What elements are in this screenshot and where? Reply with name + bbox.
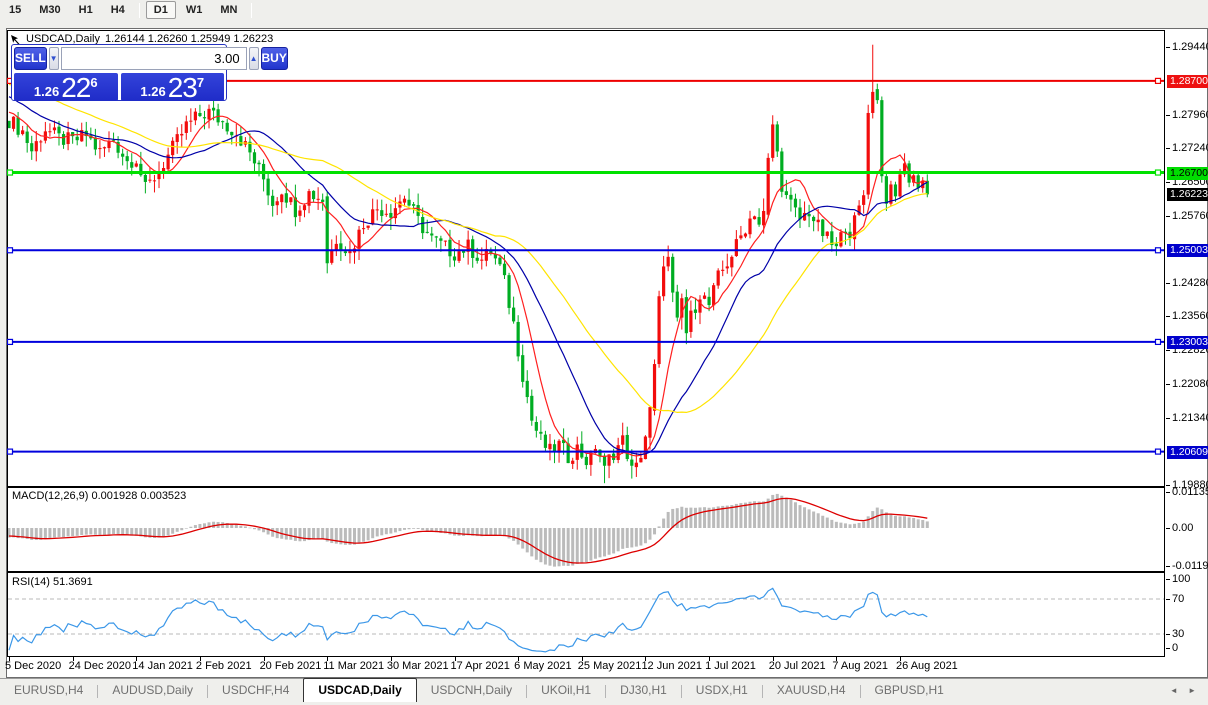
rsi-panel[interactable] bbox=[8, 573, 1165, 657]
toolbar-separator bbox=[251, 3, 252, 18]
macd-indicator-label: MACD(12,26,9) 0.001928 0.003523 bbox=[12, 490, 186, 502]
sell-price-prefix: 1.26 bbox=[34, 83, 59, 100]
tab-dj30-h1[interactable]: DJ30,H1 bbox=[606, 679, 681, 701]
price-tick-label: 1.29440 bbox=[1172, 41, 1208, 53]
date-tick-label: 14 Jan 2021 bbox=[132, 660, 193, 672]
timeframe-button-h1[interactable]: H1 bbox=[71, 1, 101, 19]
buy-price-prefix: 1.26 bbox=[140, 83, 165, 100]
date-tick-label: 26 Aug 2021 bbox=[896, 660, 958, 672]
date-tick-label: 12 Jun 2021 bbox=[641, 660, 702, 672]
macd-tick-label: 0.01135 bbox=[1172, 486, 1208, 498]
date-tick-label: 24 Dec 2020 bbox=[69, 660, 131, 672]
axis-tick-mark bbox=[1166, 283, 1170, 284]
timeframe-button-w1[interactable]: W1 bbox=[178, 1, 211, 19]
cursor-arrow-icon bbox=[10, 34, 21, 45]
price-badge: 1.23003 bbox=[1167, 336, 1208, 349]
volume-input[interactable] bbox=[61, 47, 247, 70]
tab-scroll-arrows[interactable]: ◄ ► bbox=[1170, 686, 1200, 695]
one-click-trading-widget: SELL ▼ ▲ BUY 1.26 22 6 1.26 23 7 bbox=[11, 44, 227, 101]
price-tick-label: 1.22080 bbox=[1172, 378, 1208, 390]
axis-tick-mark bbox=[1166, 350, 1170, 351]
date-tick-label: 20 Jul 2021 bbox=[769, 660, 826, 672]
tab-ukoil-h1[interactable]: UKOil,H1 bbox=[527, 679, 605, 701]
price-badge: 1.25003 bbox=[1167, 244, 1208, 257]
tab-audusd-daily[interactable]: AUDUSD,Daily bbox=[98, 679, 207, 701]
axis-tick-mark bbox=[1166, 485, 1170, 486]
axis-tick-mark bbox=[1166, 418, 1170, 419]
sell-price-big: 22 bbox=[61, 76, 90, 100]
axis-tick-mark bbox=[1166, 216, 1170, 217]
tab-usdcnh-daily[interactable]: USDCNH,Daily bbox=[417, 679, 526, 701]
tab-usdchf-h4[interactable]: USDCHF,H4 bbox=[208, 679, 303, 701]
date-tick-label: 20 Feb 2021 bbox=[260, 660, 322, 672]
date-tick-label: 30 Mar 2021 bbox=[387, 660, 449, 672]
timeframe-button-d1[interactable]: D1 bbox=[146, 1, 176, 19]
timeframe-button-15[interactable]: 15 bbox=[1, 1, 29, 19]
price-tick-label: 1.27960 bbox=[1172, 109, 1208, 121]
price-badge: 1.26700 bbox=[1167, 167, 1208, 180]
buy-price-big: 23 bbox=[168, 76, 197, 100]
date-tick-label: 2 Feb 2021 bbox=[196, 660, 252, 672]
sell-price-box[interactable]: 1.26 22 6 bbox=[14, 73, 118, 101]
sell-button[interactable]: SELL bbox=[14, 47, 47, 70]
tab-usdx-h1[interactable]: USDX,H1 bbox=[682, 679, 762, 701]
toolbar-separator bbox=[139, 3, 140, 18]
axis-tick-mark bbox=[1166, 316, 1170, 317]
macd-tick-label: -0.01190 bbox=[1172, 560, 1208, 572]
tab-xauusd-h4[interactable]: XAUUSD,H4 bbox=[763, 679, 860, 701]
axis-tick-mark bbox=[1166, 115, 1170, 116]
timeframe-button-mn[interactable]: MN bbox=[212, 1, 245, 19]
axis-tick-mark bbox=[1166, 384, 1170, 385]
axis-tick-mark bbox=[1166, 599, 1170, 600]
timeframe-button-h4[interactable]: H4 bbox=[103, 1, 133, 19]
axis-tick-mark bbox=[1166, 566, 1170, 567]
tab-scroll-left-icon[interactable]: ◄ bbox=[1170, 686, 1182, 695]
rsi-indicator-label: RSI(14) 51.3691 bbox=[12, 576, 93, 588]
date-tick-label: 1 Jul 2021 bbox=[705, 660, 756, 672]
price-tick-label: 1.25760 bbox=[1172, 210, 1208, 222]
rsi-tick-label: 0 bbox=[1172, 642, 1178, 654]
sell-price-pip: 6 bbox=[90, 78, 97, 88]
date-tick-label: 5 Dec 2020 bbox=[5, 660, 61, 672]
macd-tick-label: 0.00 bbox=[1172, 522, 1193, 534]
price-tick-label: 1.21340 bbox=[1172, 412, 1208, 424]
mt4-window: 15M30H1H4D1W1MN USDCAD,Daily 1.26144 1.2… bbox=[0, 0, 1208, 705]
timeframe-toolbar: 15M30H1H4 D1W1MN bbox=[0, 0, 1208, 20]
volume-decrease-icon[interactable]: ▼ bbox=[49, 47, 59, 70]
axis-tick-mark bbox=[1166, 492, 1170, 493]
axis-tick-mark bbox=[1166, 148, 1170, 149]
rsi-tick-label: 30 bbox=[1172, 628, 1184, 640]
axis-tick-mark bbox=[1166, 634, 1170, 635]
date-tick-label: 7 Aug 2021 bbox=[832, 660, 888, 672]
buy-button[interactable]: BUY bbox=[261, 47, 288, 70]
chart-canvas[interactable] bbox=[7, 30, 1165, 657]
axis-tick-mark bbox=[1166, 47, 1170, 48]
price-tick-label: 1.23560 bbox=[1172, 310, 1208, 322]
rsi-tick-label: 100 bbox=[1172, 573, 1190, 585]
price-tick-label: 1.24280 bbox=[1172, 277, 1208, 289]
axis-tick-mark bbox=[1166, 648, 1170, 649]
axis-tick-mark bbox=[1166, 182, 1170, 183]
axis-tick-mark bbox=[1166, 579, 1170, 580]
buy-price-box[interactable]: 1.26 23 7 bbox=[121, 73, 225, 101]
date-tick-label: 11 Mar 2021 bbox=[323, 660, 384, 672]
timeframe-button-m30[interactable]: M30 bbox=[31, 1, 68, 19]
axis-tick-mark bbox=[1166, 528, 1170, 529]
rsi-tick-label: 70 bbox=[1172, 593, 1184, 605]
tab-eurusd-h4[interactable]: EURUSD,H4 bbox=[0, 679, 97, 701]
tab-usdcad-daily[interactable]: USDCAD,Daily bbox=[303, 678, 416, 702]
date-tick-label: 6 May 2021 bbox=[514, 660, 571, 672]
price-tick-label: 1.27240 bbox=[1172, 142, 1208, 154]
tab-scroll-right-icon[interactable]: ► bbox=[1188, 686, 1200, 695]
date-tick-label: 17 Apr 2021 bbox=[451, 660, 510, 672]
tab-gbpusd-h1[interactable]: GBPUSD,H1 bbox=[861, 679, 958, 701]
volume-increase-icon[interactable]: ▲ bbox=[249, 47, 259, 70]
price-badge: 1.26223 bbox=[1167, 188, 1208, 201]
date-tick-label: 25 May 2021 bbox=[578, 660, 642, 672]
chart-tab-bar: ◄ ► EURUSD,H4AUDUSD,DailyUSDCHF,H4USDCAD… bbox=[0, 678, 1208, 705]
chart-window[interactable]: USDCAD,Daily 1.26144 1.26260 1.25949 1.2… bbox=[6, 28, 1208, 678]
price-badge: 1.28700 bbox=[1167, 75, 1208, 88]
price-badge: 1.20609 bbox=[1167, 446, 1208, 459]
buy-price-pip: 7 bbox=[197, 78, 204, 88]
